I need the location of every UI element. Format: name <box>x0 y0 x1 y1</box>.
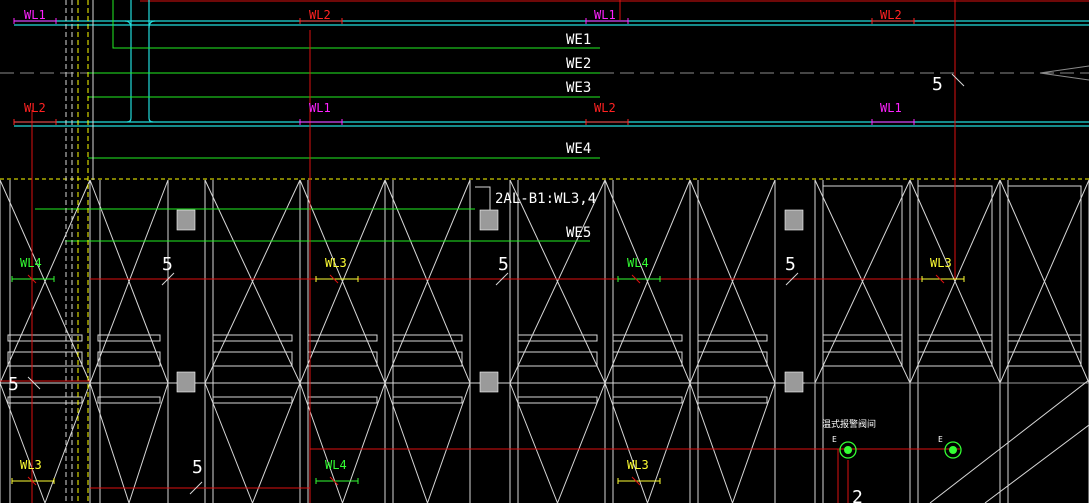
label-wl3: WL3 <box>627 458 649 472</box>
label-wl1: WL1 <box>880 101 902 115</box>
label-wl1: WL1 <box>594 8 616 22</box>
label-wl4: WL4 <box>20 256 42 270</box>
label-wl2: WL2 <box>309 8 331 22</box>
label-dim-5: 5 <box>932 74 943 95</box>
label-wl1: WL1 <box>24 8 46 22</box>
label-dim-5: 5 <box>192 457 203 478</box>
label-e: E <box>832 435 837 444</box>
structural-columns <box>176 209 804 393</box>
label-wl2: WL2 <box>24 101 46 115</box>
label-dim-5: 5 <box>8 374 19 395</box>
label-fixture-caption: 温式报警阀间 <box>822 418 876 430</box>
label-panel-ref: 2AL-B1:WL3,4 <box>495 191 596 207</box>
label-wl4: WL4 <box>627 256 649 270</box>
cad-drawing[interactable]: WL1 WL2 WL1 WL2 WE1 WE2 WE3 WL2 WL1 WL2 … <box>0 0 1089 503</box>
label-wl2: WL2 <box>880 8 902 22</box>
label-dim-5: 5 <box>785 254 796 275</box>
alarm-valve-fixture-b[interactable] <box>944 441 962 459</box>
label-we1: WE1 <box>566 32 591 48</box>
alarm-valve-fixture-a[interactable] <box>839 441 857 459</box>
cyan-bus-lines <box>14 0 1089 127</box>
panel-bracket <box>475 186 491 210</box>
left-vertical-lines <box>65 0 94 503</box>
label-we3: WE3 <box>566 80 591 96</box>
label-dim-5: 5 <box>498 254 509 275</box>
parking-bay-grid <box>0 179 1089 503</box>
label-dim-5: 5 <box>162 254 173 275</box>
cable-tick-marks <box>11 18 965 486</box>
label-wl3: WL3 <box>325 256 347 270</box>
label-wl4: WL4 <box>325 458 347 472</box>
label-wl3: WL3 <box>20 458 42 472</box>
label-e: E <box>938 435 943 444</box>
label-num-2: 2 <box>852 487 863 503</box>
label-wl1: WL1 <box>309 101 331 115</box>
ramp-diagonal-line-2 <box>984 424 1089 503</box>
label-wl2: WL2 <box>594 101 616 115</box>
red-circuit-lines <box>0 0 960 503</box>
label-we4: WE4 <box>566 141 591 157</box>
label-we5: WE5 <box>566 225 591 241</box>
label-wl3: WL3 <box>930 256 952 270</box>
label-we2: WE2 <box>566 56 591 72</box>
cad-drawing-canvas[interactable]: WL1 WL2 WL1 WL2 WE1 WE2 WE3 WL2 WL1 WL2 … <box>0 0 1089 503</box>
